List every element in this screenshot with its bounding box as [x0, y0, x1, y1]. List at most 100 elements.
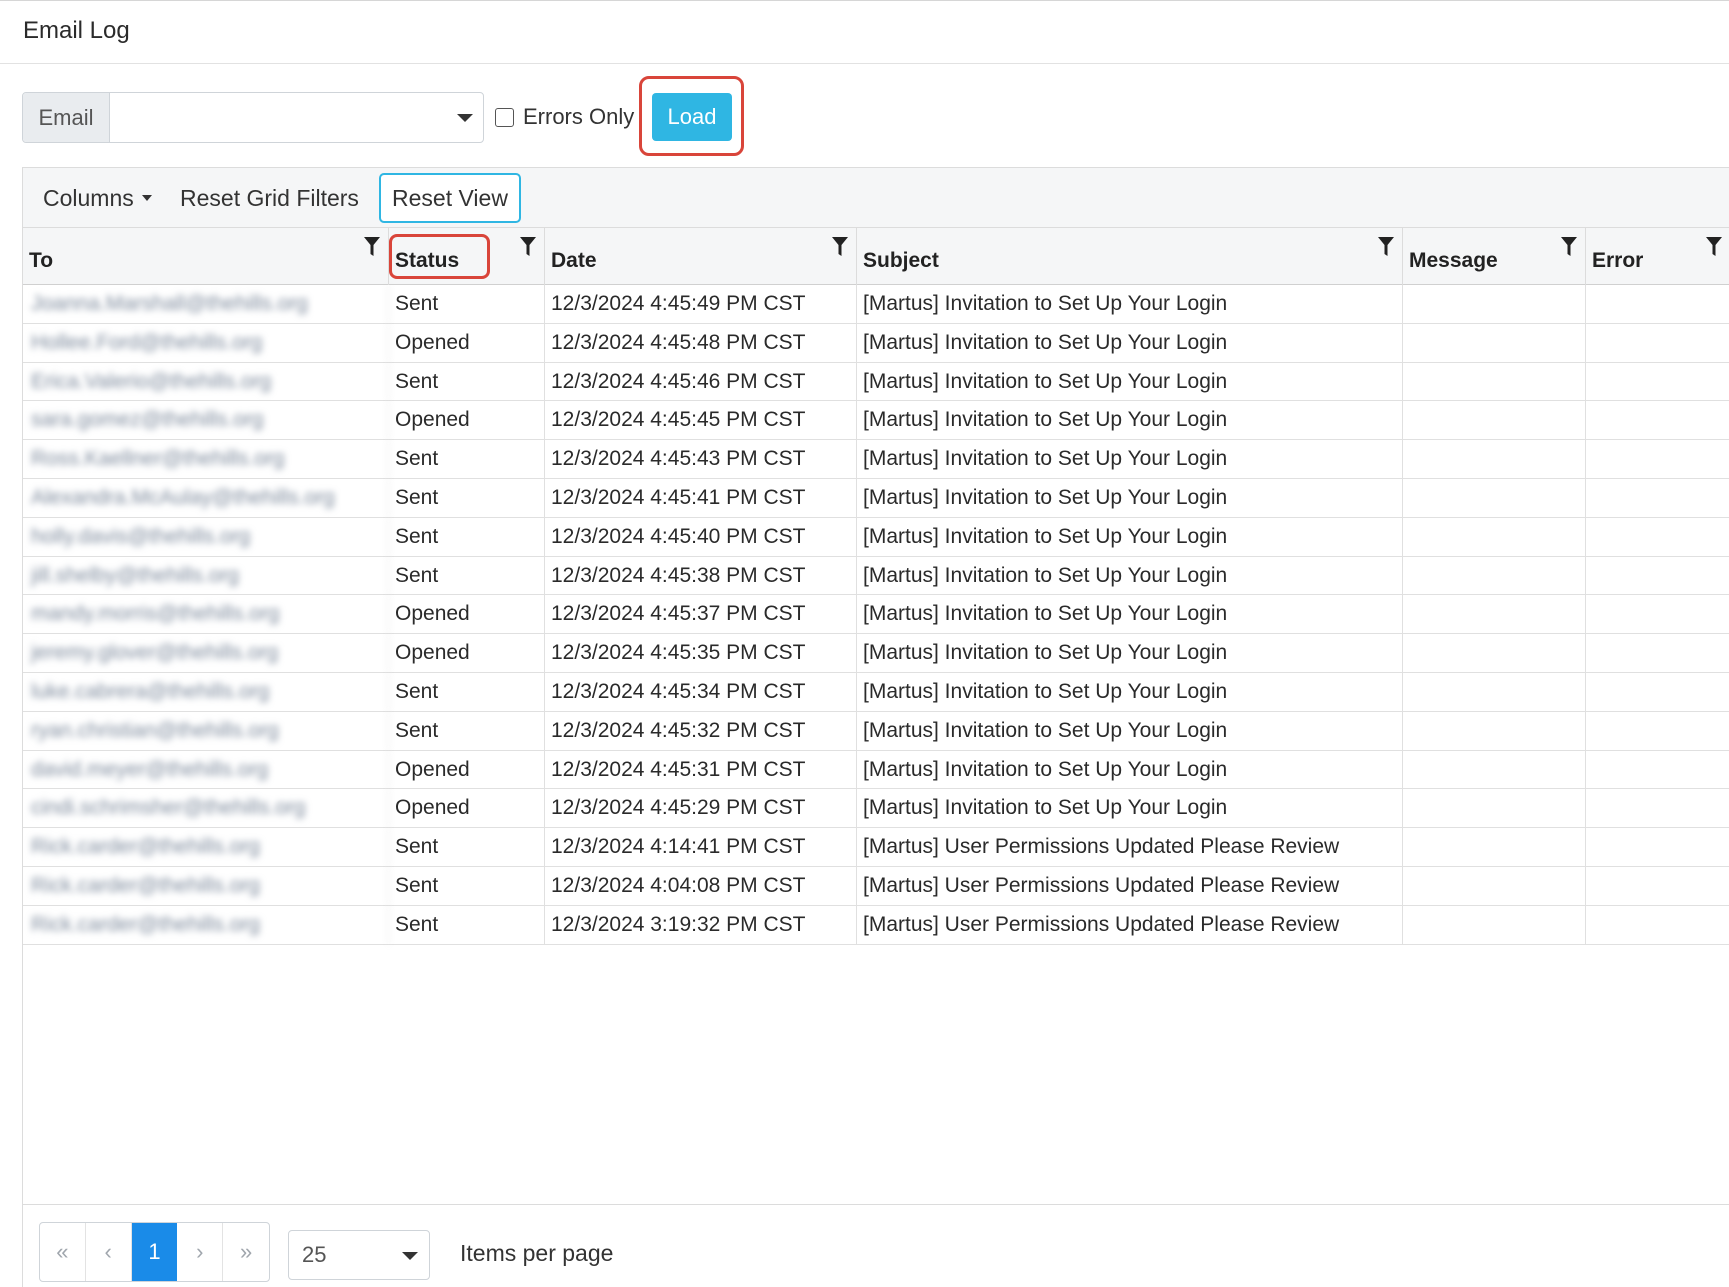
cell-to: Ross.Kaellner@thehills.org	[23, 440, 389, 478]
filter-icon[interactable]	[1706, 237, 1722, 257]
cell-message	[1403, 478, 1586, 517]
cell-subject: [Martus] Invitation to Set Up Your Login	[857, 595, 1403, 634]
table-row[interactable]: luke.cabrera@thehills.org Sent 12/3/2024 4…	[23, 672, 1729, 712]
column-header-to[interactable]: To	[23, 228, 389, 285]
grid-header-row: To Status Date Subject Message Error	[23, 228, 1729, 285]
cell-error	[1586, 595, 1729, 633]
columns-menu-button[interactable]: Columns	[43, 168, 152, 228]
cell-to: david.meyer@thehills.org	[23, 750, 389, 789]
cell-error	[1586, 440, 1729, 478]
reset-view-button[interactable]: Reset View	[379, 173, 521, 223]
cell-subject: [Martus] Invitation to Set Up Your Login	[857, 285, 1403, 323]
cell-to: holly.davis@thehills.org	[23, 517, 389, 556]
cell-message	[1403, 672, 1586, 711]
column-header-label: Error	[1592, 249, 1644, 272]
filter-icon[interactable]	[364, 237, 380, 257]
filter-icon[interactable]	[520, 237, 536, 257]
cell-status: Sent	[389, 517, 545, 556]
table-row[interactable]: Alexandra.McAulay@thehills.org Sent 12/3/2…	[23, 478, 1729, 518]
column-header-label: Date	[551, 249, 597, 272]
cell-to: Rick.carder@thehills.org	[23, 828, 389, 866]
cell-error	[1586, 363, 1729, 401]
status-highlight-box	[389, 234, 490, 279]
table-row[interactable]: holly.davis@thehills.org Sent 12/3/2024 4:…	[23, 517, 1729, 557]
cell-error	[1586, 867, 1729, 905]
page-size-select[interactable]: 25	[288, 1230, 430, 1280]
column-header-message[interactable]: Message	[1403, 228, 1586, 285]
cell-date: 12/3/2024 4:45:38 PM CST	[545, 556, 857, 595]
column-header-label: To	[29, 249, 54, 272]
cell-error	[1586, 324, 1729, 362]
table-row[interactable]: Ross.Kaellner@thehills.org Sent 12/3/2024 …	[23, 440, 1729, 479]
cell-subject: [Martus] Invitation to Set Up Your Login	[857, 672, 1403, 711]
cell-to: Rick.carder@thehills.org	[23, 905, 389, 944]
cell-to: mandy.morris@thehills.org	[23, 595, 389, 634]
table-row[interactable]: Hollee.Ford@thehills.org Opened 12/3/2024 …	[23, 323, 1729, 363]
cell-date: 12/3/2024 4:45:34 PM CST	[545, 672, 857, 711]
title-divider	[0, 63, 1729, 64]
cell-to: Alexandra.McAulay@thehills.org	[23, 478, 389, 517]
cell-date: 12/3/2024 4:04:08 PM CST	[545, 866, 857, 905]
cell-date: 12/3/2024 4:45:32 PM CST	[545, 711, 857, 750]
cell-message	[1403, 634, 1586, 672]
cell-error	[1586, 828, 1729, 866]
cell-error	[1586, 789, 1729, 827]
cell-date: 12/3/2024 4:45:45 PM CST	[545, 401, 857, 440]
cell-status: Sent	[389, 478, 545, 517]
filter-icon[interactable]	[1378, 237, 1394, 257]
table-row[interactable]: ryan.christian@thehills.org Sent 12/3/2024…	[23, 711, 1729, 751]
column-header-error[interactable]: Error	[1586, 228, 1729, 285]
caret-down-icon	[402, 1252, 418, 1260]
load-button[interactable]: Load	[652, 93, 732, 141]
table-row[interactable]: Rick.carder@thehills.org Sent 12/3/2024 4:…	[23, 828, 1729, 867]
cell-subject: [Martus] Invitation to Set Up Your Login	[857, 789, 1403, 828]
email-label: Email	[23, 93, 110, 142]
table-row[interactable]: jeremy.glover@thehills.org Opened 12/3/202…	[23, 634, 1729, 673]
page-1-button[interactable]: 1	[131, 1223, 178, 1281]
cell-status: Sent	[389, 556, 545, 595]
errors-only-checkbox[interactable]	[495, 107, 514, 127]
table-row[interactable]: Rick.carder@thehills.org Sent 12/3/2024 4:…	[23, 866, 1729, 906]
table-row[interactable]: sara.gomez@thehills.org Opened 12/3/2024 4…	[23, 401, 1729, 441]
pagination: « ‹ 1 › »	[39, 1222, 270, 1282]
table-row[interactable]: jill.shelby@thehills.org Sent 12/3/2024 4:…	[23, 556, 1729, 596]
cell-status: Opened	[389, 789, 545, 828]
filter-icon[interactable]	[832, 237, 848, 257]
cell-to: sara.gomez@thehills.org	[23, 401, 389, 440]
cell-message	[1403, 401, 1586, 440]
column-header-date[interactable]: Date	[545, 228, 857, 285]
caret-down-icon	[141, 195, 152, 201]
cell-to: Rick.carder@thehills.org	[23, 866, 389, 905]
cell-to: ryan.christian@thehills.org	[23, 711, 389, 750]
table-row[interactable]: cindi.schrimsher@thehills.org Opened 12/3/…	[23, 789, 1729, 829]
table-row[interactable]: david.meyer@thehills.org Opened 12/3/2024 …	[23, 750, 1729, 790]
errors-only-toggle[interactable]: Errors Only	[495, 104, 634, 130]
cell-to: Erica.Valerio@thehills.org	[23, 362, 389, 401]
column-header-subject[interactable]: Subject	[857, 228, 1403, 285]
cell-status: Sent	[389, 285, 545, 323]
table-row[interactable]: Erica.Valerio@thehills.org Sent 12/3/2024 …	[23, 362, 1729, 402]
next-page-button[interactable]: ›	[177, 1223, 224, 1281]
cell-status: Opened	[389, 750, 545, 789]
first-page-button[interactable]: «	[40, 1223, 86, 1281]
filter-icon[interactable]	[1561, 237, 1577, 257]
email-dropdown[interactable]	[110, 93, 483, 142]
cell-message	[1403, 556, 1586, 595]
cell-date: 12/3/2024 4:45:31 PM CST	[545, 750, 857, 789]
cell-message	[1403, 866, 1586, 905]
cell-subject: [Martus] User Permissions Updated Please…	[857, 828, 1403, 866]
table-row[interactable]: mandy.morris@thehills.org Opened 12/3/2024…	[23, 595, 1729, 635]
previous-page-button[interactable]: ‹	[86, 1223, 132, 1281]
cell-to: jill.shelby@thehills.org	[23, 556, 389, 595]
cell-subject: [Martus] User Permissions Updated Please…	[857, 905, 1403, 944]
table-row[interactable]: Joanna.Marshall@thehills.org Sent 12/3/202…	[23, 285, 1729, 324]
last-page-button[interactable]: »	[223, 1223, 269, 1281]
errors-only-label: Errors Only	[523, 104, 635, 129]
cell-error	[1586, 712, 1729, 750]
cell-status: Opened	[389, 595, 545, 634]
table-row[interactable]: Rick.carder@thehills.org Sent 12/3/2024 3:…	[23, 905, 1729, 945]
cell-subject: [Martus] Invitation to Set Up Your Login	[857, 517, 1403, 556]
reset-grid-filters-button[interactable]: Reset Grid Filters	[180, 168, 359, 228]
cell-status: Sent	[389, 828, 545, 866]
cell-message	[1403, 828, 1586, 866]
